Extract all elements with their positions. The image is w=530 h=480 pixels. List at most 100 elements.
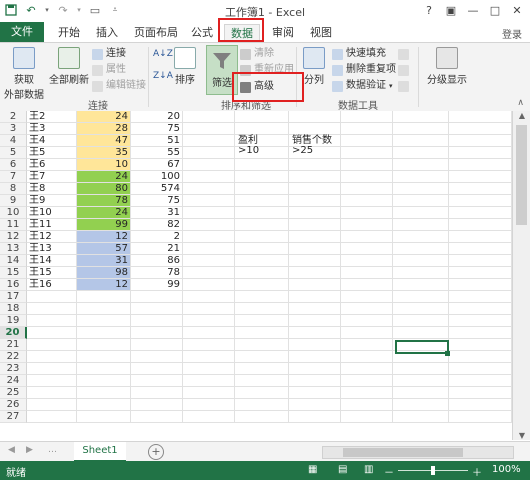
grid-cell[interactable]	[77, 375, 131, 387]
properties-button[interactable]: 属性	[92, 63, 126, 77]
tab-page-layout[interactable]: 页面布局	[128, 24, 184, 42]
grid-cell[interactable]	[393, 363, 449, 375]
grid-cell[interactable]	[289, 375, 341, 387]
grid-cell[interactable]	[449, 207, 512, 219]
grid-cell[interactable]	[235, 183, 289, 195]
grid-cell[interactable]	[131, 399, 183, 411]
grid-cell[interactable]	[393, 207, 449, 219]
sheet-more-icon[interactable]: …	[48, 445, 57, 455]
grid-cell[interactable]	[289, 399, 341, 411]
grid-cell[interactable]	[449, 111, 512, 123]
grid-cell[interactable]	[393, 231, 449, 243]
grid-cell[interactable]	[77, 351, 131, 363]
cell-sales[interactable]: 21	[131, 243, 183, 255]
grid-cell[interactable]	[289, 171, 341, 183]
grid-cell[interactable]	[289, 183, 341, 195]
grid-cell[interactable]	[27, 375, 77, 387]
grid-cell[interactable]	[341, 111, 393, 123]
grid-cell[interactable]	[131, 387, 183, 399]
grid-cell[interactable]	[289, 327, 341, 339]
grid-cell[interactable]	[183, 375, 235, 387]
refresh-all-button[interactable]: 全部刷新	[48, 47, 90, 86]
grid-cell[interactable]	[393, 135, 449, 147]
grid-cell[interactable]	[183, 111, 235, 123]
grid-cell[interactable]	[393, 123, 449, 135]
grid-cell[interactable]	[235, 351, 289, 363]
grid-cell[interactable]	[77, 399, 131, 411]
cell-profit[interactable]: 24	[77, 111, 131, 123]
grid-cell[interactable]	[183, 147, 235, 159]
grid-cell[interactable]	[289, 351, 341, 363]
grid-cell[interactable]	[289, 231, 341, 243]
cell-name[interactable]: 王5	[27, 147, 77, 159]
grid-cell[interactable]	[289, 363, 341, 375]
row-header[interactable]: 2	[0, 111, 27, 123]
page-layout-view-icon[interactable]: ▤	[338, 464, 347, 475]
grid-cell[interactable]	[341, 159, 393, 171]
grid-cell[interactable]	[235, 363, 289, 375]
grid-cell[interactable]	[235, 219, 289, 231]
grid-cell[interactable]	[183, 279, 235, 291]
grid-cell[interactable]	[449, 195, 512, 207]
cell-sales[interactable]: 99	[131, 279, 183, 291]
grid-cell[interactable]	[183, 351, 235, 363]
criteria-value-profit[interactable]: >10	[238, 145, 259, 156]
fill-handle[interactable]	[445, 351, 450, 356]
h-scroll-thumb[interactable]	[343, 448, 463, 457]
cell-name[interactable]: 王8	[27, 183, 77, 195]
grid-cell[interactable]	[131, 327, 183, 339]
grid-cell[interactable]	[235, 315, 289, 327]
cell-profit[interactable]: 98	[77, 267, 131, 279]
help-icon[interactable]: ?	[418, 1, 440, 19]
sheet-nav-next-icon[interactable]: ▶	[26, 445, 33, 455]
grid-cell[interactable]	[235, 243, 289, 255]
cell-sales[interactable]: 75	[131, 123, 183, 135]
flash-fill-button[interactable]: 快速填充	[332, 47, 386, 61]
page-break-view-icon[interactable]: ▥	[364, 464, 373, 475]
cell-profit[interactable]: 80	[77, 183, 131, 195]
grid-cell[interactable]	[449, 351, 512, 363]
grid-cell[interactable]	[235, 411, 289, 423]
grid-cell[interactable]	[235, 327, 289, 339]
cell-name[interactable]: 王12	[27, 231, 77, 243]
grid-cell[interactable]	[183, 183, 235, 195]
grid-cell[interactable]	[183, 231, 235, 243]
grid-cell[interactable]	[235, 387, 289, 399]
grid-cell[interactable]	[393, 147, 449, 159]
criteria-header-sales[interactable]: 销售个数	[292, 131, 332, 146]
cell-sales[interactable]: 67	[131, 159, 183, 171]
grid-cell[interactable]	[131, 303, 183, 315]
row-header[interactable]: 22	[0, 351, 27, 363]
login-link[interactable]: 登录	[502, 26, 522, 41]
grid-cell[interactable]	[449, 303, 512, 315]
grid-cell[interactable]	[393, 243, 449, 255]
grid-cell[interactable]	[289, 411, 341, 423]
text-to-columns-button[interactable]: 分列	[300, 47, 328, 86]
grid-cell[interactable]	[393, 327, 449, 339]
grid-cell[interactable]	[393, 375, 449, 387]
grid-cell[interactable]	[27, 363, 77, 375]
grid-cell[interactable]	[131, 315, 183, 327]
zoom-slider-thumb[interactable]	[431, 466, 435, 475]
scroll-thumb[interactable]	[516, 125, 527, 225]
grid-cell[interactable]	[131, 291, 183, 303]
grid-cell[interactable]	[289, 207, 341, 219]
grid-cell[interactable]	[393, 183, 449, 195]
grid-cell[interactable]	[341, 147, 393, 159]
grid-cell[interactable]	[449, 255, 512, 267]
worksheet-grid[interactable]: 2 王2 24 20 3 王3 28 75 4 王4 47 51 5 王5 35 55 6 王6 10 67 7 王7 24…	[0, 111, 530, 440]
cell-sales[interactable]: 75	[131, 195, 183, 207]
grid-cell[interactable]	[131, 375, 183, 387]
tab-home[interactable]: 开始	[52, 24, 86, 42]
cell-name[interactable]: 王14	[27, 255, 77, 267]
grid-cell[interactable]	[449, 279, 512, 291]
grid-cell[interactable]	[183, 135, 235, 147]
grid-cell[interactable]	[183, 195, 235, 207]
cell-name[interactable]: 王15	[27, 267, 77, 279]
grid-cell[interactable]	[341, 375, 393, 387]
add-sheet-icon[interactable]: +	[148, 444, 164, 460]
grid-cell[interactable]	[449, 339, 512, 351]
tab-insert[interactable]: 插入	[90, 24, 124, 42]
maximize-icon[interactable]: □	[484, 1, 506, 19]
grid-cell[interactable]	[289, 255, 341, 267]
